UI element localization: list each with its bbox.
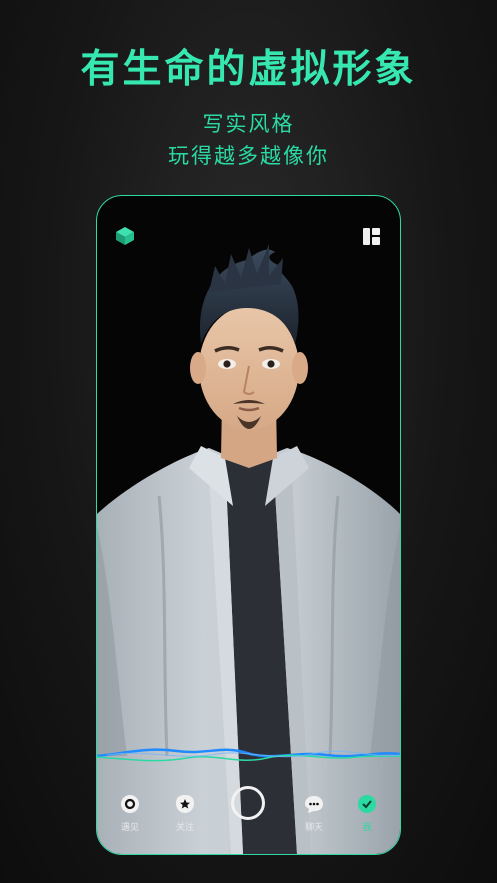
capture-ring-button[interactable]: [231, 786, 265, 820]
profile-icon: [358, 795, 376, 813]
voice-wave: [97, 748, 400, 762]
bottom-tab-bar: 遇见 关注 聊天 我: [97, 786, 400, 838]
tab-chat[interactable]: 聊天: [294, 794, 334, 833]
promo-subline-2: 玩得越多越像你: [168, 144, 329, 168]
tab-follow[interactable]: 关注: [165, 794, 205, 833]
tab-follow-label: 关注: [175, 823, 194, 833]
layout-grid-icon[interactable]: [363, 228, 380, 245]
promo-subline-1: 写实风格: [202, 112, 295, 136]
phone-frame: 遇见 关注 聊天 我: [96, 195, 401, 855]
chat-bubble-icon: [305, 796, 323, 813]
tab-me[interactable]: 我: [347, 794, 387, 833]
tab-discover[interactable]: 遇见: [110, 794, 150, 833]
tab-chat-label: 聊天: [304, 823, 323, 833]
discover-icon: [121, 795, 139, 813]
tab-me-label: 我: [362, 823, 372, 833]
cube-logo-icon[interactable]: [115, 226, 135, 246]
star-icon: [176, 795, 194, 813]
promo-headline: 有生命的虚拟形象: [80, 47, 417, 92]
tab-discover-label: 遇见: [120, 823, 139, 833]
